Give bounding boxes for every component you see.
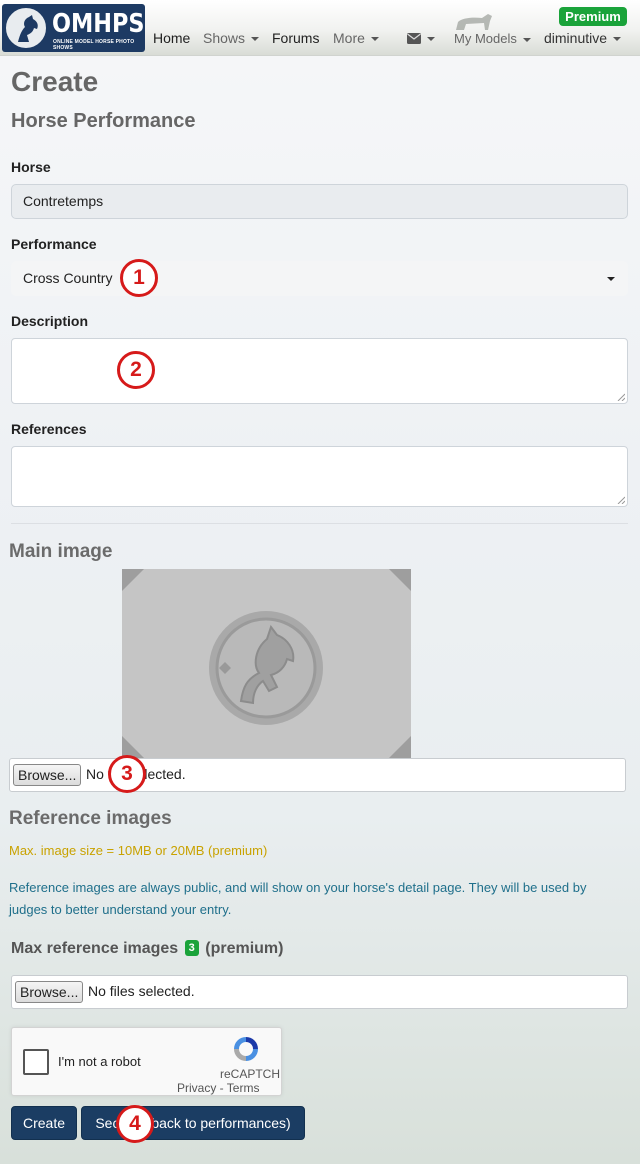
nav-more-label: More: [333, 30, 365, 46]
resize-handle-icon[interactable]: [617, 393, 625, 401]
references-label: References: [11, 421, 87, 437]
main-image-browse-button[interactable]: Browse...: [13, 764, 82, 786]
nav-more-dropdown[interactable]: More: [333, 30, 379, 46]
site-logo[interactable]: OMHPS ONLINE MODEL HORSE PHOTO SHOWS: [2, 4, 145, 52]
performance-selected-value: Cross Country: [23, 270, 113, 286]
main-image-heading: Main image: [9, 541, 113, 562]
performance-select[interactable]: Cross Country: [11, 261, 628, 296]
description-textarea[interactable]: [11, 338, 628, 404]
premium-badge: Premium: [559, 7, 627, 26]
references-textarea[interactable]: [11, 446, 628, 507]
page-subtitle: Horse Performance: [11, 110, 196, 132]
annotation-marker-1: 1: [120, 259, 158, 297]
nav-my-models-dropdown[interactable]: My Models: [454, 31, 531, 46]
performance-label: Performance: [11, 236, 97, 252]
chevron-down-icon: [522, 37, 531, 42]
annotation-marker-3: 3: [108, 755, 146, 793]
recaptcha-label: I'm not a robot: [58, 1054, 141, 1069]
image-size-note: Max. image size = 10MB or 20MB (premium): [9, 843, 268, 858]
reference-images-browse-button[interactable]: Browse...: [15, 981, 84, 1003]
second-button[interactable]: Second (back to performances): [81, 1106, 305, 1140]
top-navbar: OMHPS ONLINE MODEL HORSE PHOTO SHOWS Pre…: [0, 0, 640, 56]
reference-images-file-input[interactable]: Browse... No files selected.: [11, 975, 628, 1009]
annotation-marker-2: 2: [117, 351, 155, 389]
nav-username: diminutive: [544, 30, 608, 46]
chevron-down-icon: [427, 37, 435, 42]
recaptcha-widget: I'm not a robot reCAPTCH Privacy - Terms: [11, 1027, 282, 1096]
premium-suffix: (premium): [205, 940, 284, 957]
main-image-file-input[interactable]: Browse... No file selected.: [9, 758, 626, 792]
envelope-icon: [407, 33, 421, 44]
reference-info-note: Reference images are always public, and …: [9, 880, 587, 917]
annotation-marker-4: 4: [116, 1105, 154, 1143]
description-label: Description: [11, 313, 89, 329]
chevron-down-icon: [607, 277, 615, 281]
nav-my-models-label: My Models: [454, 31, 517, 46]
chevron-down-icon: [370, 37, 379, 42]
corner-decoration: [389, 569, 411, 591]
reference-images-file-status: No files selected.: [88, 983, 195, 999]
horse-label: Horse: [11, 159, 51, 175]
logo-subtitle: ONLINE MODEL HORSE PHOTO SHOWS: [53, 39, 135, 51]
chevron-down-icon: [251, 37, 260, 42]
main-image-placeholder: [122, 569, 411, 758]
nav-messages-dropdown[interactable]: [407, 30, 435, 46]
resize-handle-icon[interactable]: [617, 496, 625, 504]
create-button[interactable]: Create: [11, 1106, 77, 1140]
horse-placeholder-icon: [209, 611, 323, 725]
max-reference-images-label: Max reference images 3 (premium): [11, 940, 283, 958]
recaptcha-logo-icon: [234, 1037, 258, 1061]
nav-home-link[interactable]: Home: [153, 30, 190, 46]
logo-text: OMHPS: [52, 9, 145, 39]
corner-decoration: [389, 736, 411, 758]
nav-shows-dropdown[interactable]: Shows: [203, 30, 260, 46]
horse-field: Contretemps: [11, 184, 628, 219]
nav-shows-label: Shows: [203, 30, 246, 46]
chevron-down-icon: [613, 37, 622, 42]
nav-forums-link[interactable]: Forums: [272, 30, 319, 46]
recaptcha-privacy-terms-links[interactable]: Privacy - Terms: [177, 1081, 259, 1095]
max-count-badge: 3: [184, 940, 199, 956]
recaptcha-brand: reCAPTCH: [220, 1067, 281, 1081]
page-title: Create: [11, 66, 99, 97]
section-divider: [11, 523, 628, 524]
nav-user-dropdown[interactable]: diminutive: [544, 30, 622, 46]
horse-logo-icon: [4, 6, 48, 50]
max-reference-text: Max reference images: [11, 940, 179, 957]
reference-images-heading: Reference images: [9, 808, 172, 829]
corner-decoration: [122, 569, 144, 591]
recaptcha-checkbox[interactable]: [23, 1049, 49, 1075]
